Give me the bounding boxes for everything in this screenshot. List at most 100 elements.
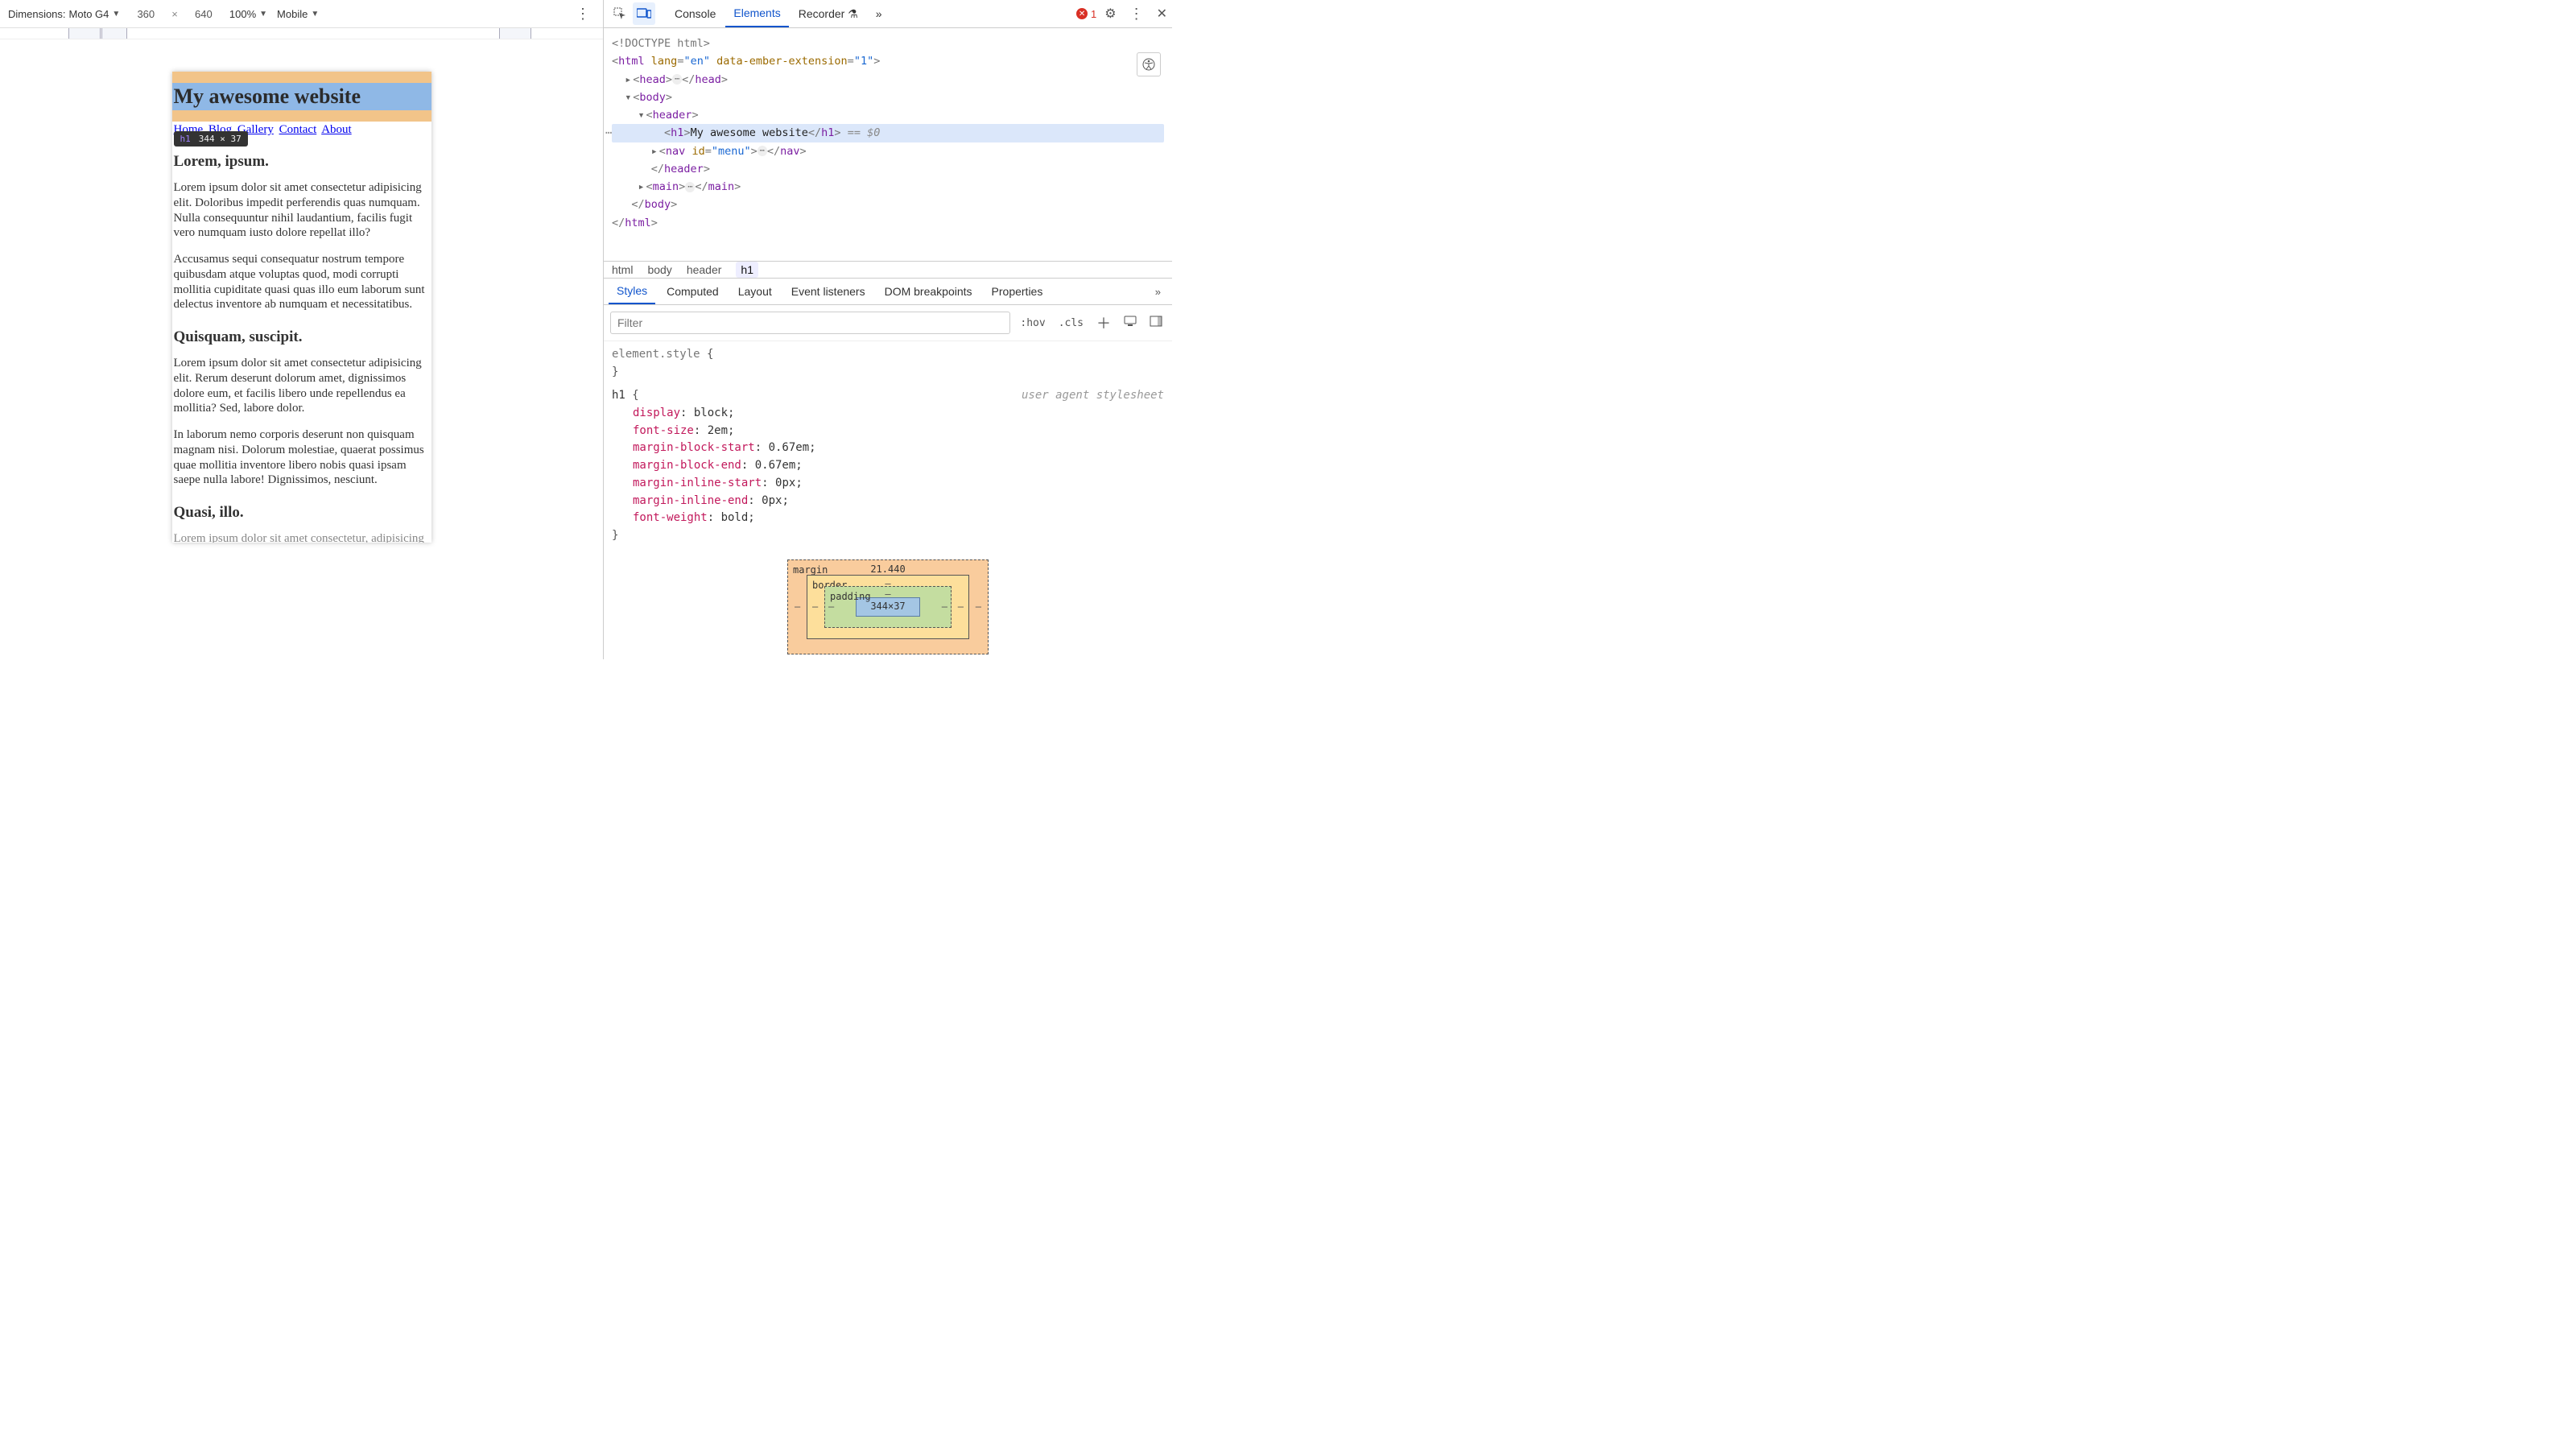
throttle-value: Mobile [277,8,308,20]
tab-console[interactable]: Console [667,1,724,27]
stab-event-listeners[interactable]: Event listeners [783,279,873,303]
section-heading: Quasi, illo. [174,504,430,522]
nav-link[interactable]: About [321,123,352,136]
dom-line[interactable]: </body> [612,196,1164,213]
stab-styles[interactable]: Styles [609,279,655,304]
zoom-value: 100% [229,8,256,20]
tooltip-size: 344 × 37 [199,134,242,144]
dom-tree[interactable]: <!DOCTYPE html> <html lang="en" data-emb… [604,28,1172,262]
stab-layout[interactable]: Layout [730,279,780,303]
media-query-ruler[interactable] [0,28,603,39]
css-declaration[interactable]: margin-block-start: 0.67em; [612,440,1164,457]
devtools-pane: Console Elements Recorder ⚗ » ✕ 1 ⚙ ⋮ ✕ … [604,0,1172,659]
styles-tabs-overflow-icon[interactable]: » [1149,283,1167,301]
section-para: In laborum nemo corporis deserunt non qu… [174,427,430,488]
css-declaration[interactable]: display: block; [612,405,1164,423]
dom-breadcrumb: html body header h1 [604,262,1172,279]
device-frame[interactable]: My awesome website Home Blog Gallery Con… [172,72,431,543]
dimensions-label: Dimensions: [8,8,66,20]
device-toolbar-more-icon[interactable]: ⋮ [571,6,595,23]
styles-rules[interactable]: element.style { } h1 { user agent styles… [604,341,1172,663]
device-selector[interactable]: Dimensions: Moto G4 ▼ [8,8,120,20]
stab-properties[interactable]: Properties [984,279,1051,303]
rule-origin: user agent stylesheet [1022,387,1164,405]
dom-line[interactable]: ▾<body> [612,89,1164,106]
styles-filter-row: :hov .cls ＋ [604,305,1172,341]
crumb-item[interactable]: header [687,263,722,276]
device-name: Moto G4 [69,8,109,20]
inspect-icon[interactable] [609,2,631,25]
settings-icon[interactable]: ⚙ [1104,6,1116,22]
bm-padding-label: padding [830,589,871,605]
css-declaration[interactable]: font-size: 2em; [612,423,1164,440]
caret-right-icon[interactable]: ▸ [638,178,646,196]
device-emulation-icon[interactable] [1121,313,1140,332]
css-declaration[interactable]: margin-inline-start: 0px; [612,475,1164,493]
dom-line[interactable]: ▸<main>⋯</main> [612,178,1164,196]
ellipsis-icon[interactable]: ⋯ [605,124,612,142]
page-header: My awesome website [172,72,431,122]
dom-line[interactable]: ▸<nav id="menu">⋯</nav> [612,142,1164,160]
chevron-down-icon: ▼ [112,10,120,19]
crumb-item[interactable]: html [612,263,633,276]
crumb-item[interactable]: body [647,263,671,276]
throttle-selector[interactable]: Mobile ▼ [277,8,319,20]
tooltip-tag: h1 [180,134,191,144]
ellipsis-icon[interactable]: ⋯ [758,146,767,156]
new-style-rule-icon[interactable]: ＋ [1093,310,1114,336]
dom-line[interactable]: <!DOCTYPE html> [612,35,1164,52]
rule-selector[interactable]: h1 [612,389,625,402]
section-para: Lorem ipsum dolor sit amet consectetur a… [174,356,430,416]
height-input[interactable]: 640 [188,6,220,22]
error-count-value: 1 [1091,8,1096,20]
width-input[interactable]: 360 [130,6,162,22]
dom-line-selected[interactable]: ⋯ <h1>My awesome website</h1> == $0 [612,124,1164,142]
stab-computed[interactable]: Computed [658,279,727,303]
close-icon[interactable]: ✕ [1157,6,1167,22]
tab-elements[interactable]: Elements [725,0,788,27]
styles-tabbar: Styles Computed Layout Event listeners D… [604,279,1172,305]
dom-line[interactable]: </header> [612,160,1164,178]
css-declaration[interactable]: font-weight: bold; [612,510,1164,527]
element-tooltip: h1 344 × 37 [174,131,248,147]
stab-dom-breakpoints[interactable]: DOM breakpoints [877,279,980,303]
accessibility-icon[interactable] [1137,52,1161,76]
zoom-selector[interactable]: 100% ▼ [229,8,267,20]
times-symbol: × [171,8,178,20]
error-count[interactable]: ✕ 1 [1076,8,1096,20]
page-main: Lorem, ipsum. Lorem ipsum dolor sit amet… [172,153,431,543]
caret-right-icon[interactable]: ▸ [625,71,633,89]
css-declaration[interactable]: margin-block-end: 0.67em; [612,457,1164,475]
dom-line[interactable]: ▸<head>⋯</head> [612,71,1164,89]
hov-toggle[interactable]: :hov [1017,315,1048,332]
tab-recorder[interactable]: Recorder ⚗ [791,1,866,27]
cls-toggle[interactable]: .cls [1055,315,1087,332]
box-model[interactable]: margin 21.440 – – border – – – padding – [612,545,1164,654]
flask-icon: ⚗ [848,7,858,20]
device-toolbar: Dimensions: Moto G4 ▼ 360 × 640 100% ▼ M… [0,0,603,28]
nav-link[interactable]: Contact [279,123,317,136]
section-para: Accusamus sequi consequatur nostrum temp… [174,252,430,312]
dom-line[interactable]: </html> [612,214,1164,232]
caret-right-icon[interactable]: ▸ [651,142,659,160]
viewport-area: My awesome website Home Blog Gallery Con… [0,39,603,659]
toggle-sidebar-icon[interactable] [1146,313,1166,332]
device-mode-icon[interactable] [633,2,655,25]
page-nav: Home Blog Gallery Contact About h1 344 ×… [172,122,431,137]
crumb-item[interactable]: h1 [736,262,758,278]
dom-line[interactable]: ▾<header> [612,106,1164,124]
ellipsis-icon[interactable]: ⋯ [672,74,682,85]
tabs-overflow-icon[interactable]: » [868,1,890,27]
chevron-down-icon: ▼ [259,10,267,19]
devtools-more-icon[interactable]: ⋮ [1125,6,1149,23]
page-title: My awesome website [172,85,431,109]
caret-down-icon[interactable]: ▾ [638,106,646,124]
ellipsis-icon[interactable]: ⋯ [685,182,695,192]
dom-line[interactable]: <html lang="en" data-ember-extension="1"… [612,52,1164,70]
section-para: Lorem ipsum dolor sit amet consectetur a… [174,180,430,241]
section-heading: Lorem, ipsum. [174,153,430,171]
css-declaration[interactable]: margin-inline-end: 0px; [612,493,1164,510]
styles-filter-input[interactable] [610,312,1010,334]
caret-down-icon[interactable]: ▾ [625,89,633,106]
rule-selector[interactable]: element.style [612,348,700,361]
